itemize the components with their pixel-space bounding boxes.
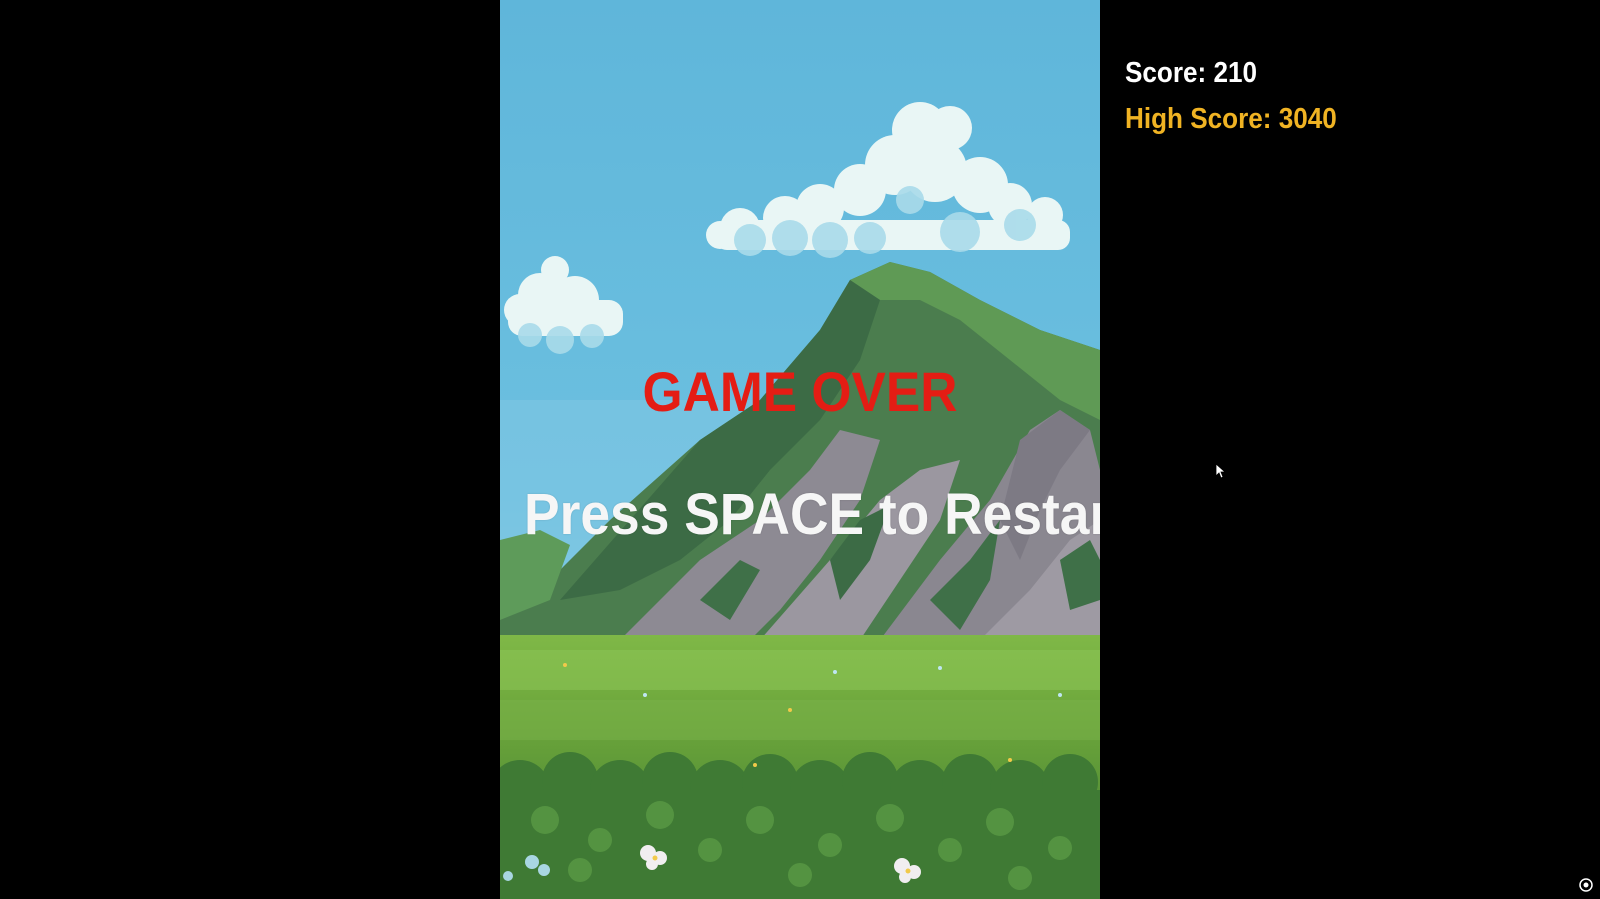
mouse-pointer-icon: [1216, 464, 1227, 479]
high-score-label: High Score: 3040: [1125, 103, 1337, 135]
game-over-title: GAME OVER: [642, 360, 958, 423]
background-scene: [500, 0, 1100, 899]
screen-capture-icon[interactable]: [1578, 877, 1594, 893]
game-window: GAME OVER Press SPACE to Restart Score: …: [0, 0, 1600, 899]
game-canvas[interactable]: GAME OVER Press SPACE to Restart: [500, 0, 1100, 899]
score-label: Score: 210: [1125, 57, 1258, 89]
score-panel: Score: 210 High Score: 3040: [1125, 50, 1360, 142]
restart-prompt: Press SPACE to Restart: [524, 482, 1100, 547]
